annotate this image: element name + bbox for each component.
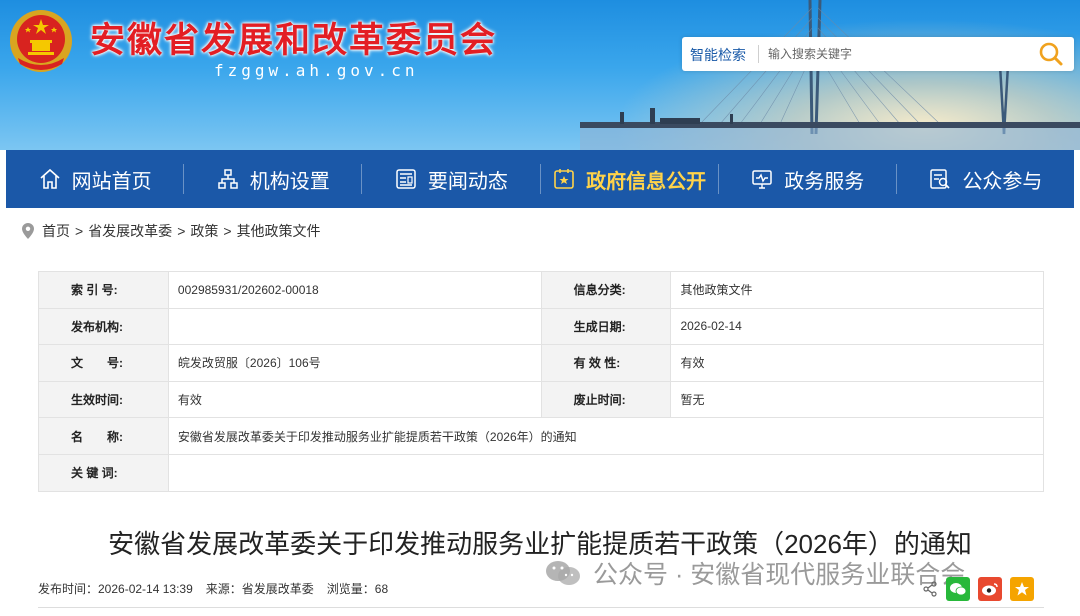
validity-value: 有效 [670, 344, 1044, 382]
effective-time-label: 生效时间: [38, 380, 169, 419]
news-icon [396, 169, 416, 189]
publish-time: 发布时间：2026-02-14 13:39 [38, 582, 193, 596]
share-weibo-button[interactable] [978, 577, 1002, 601]
watermark-text: 公众号 · 安徽省现代服务业联合会 [593, 561, 966, 589]
doc-name-label: 名 称: [38, 417, 169, 455]
breadcrumb-link-other-policies[interactable]: 其他政策文件 [237, 221, 321, 241]
breadcrumb-separator: > [223, 223, 232, 239]
org-chart-icon [218, 169, 238, 189]
expire-time-value: 暂无 [670, 380, 1044, 419]
breadcrumb-link-home[interactable]: 首页 [42, 221, 70, 241]
wechat-watermark: 公众号 · 安徽省现代服务业联合会 [545, 558, 966, 589]
breadcrumb-link-commission[interactable]: 省发展改革委 [88, 221, 172, 241]
breadcrumb-separator: > [75, 223, 84, 239]
nav-item-label: 公众参与 [962, 170, 1043, 193]
search-box: 智能检索 [682, 37, 1074, 71]
nav-item-organization[interactable]: 机构设置 [184, 150, 361, 208]
nav-item-label: 机构设置 [249, 170, 330, 193]
table-row: 文 号: 皖发改贸服〔2026〕106号 有 效 性: 有效 [38, 344, 1044, 382]
nav-item-news[interactable]: 要闻动态 [362, 150, 539, 208]
expire-time-label: 废止时间: [540, 380, 672, 419]
nav-item-label: 网站首页 [71, 170, 152, 193]
nav-item-participation[interactable]: 公众参与 [897, 150, 1074, 208]
table-row: 索 引 号: 002985931/202602-00018 信息分类: 其他政策… [38, 271, 1044, 309]
keywords-value [167, 453, 1045, 492]
nav-item-home[interactable]: 网站首页 [6, 150, 183, 208]
table-row: 名 称: 安徽省发展改革委关于印发推动服务业扩能提质若干政策（2026年）的通知 [38, 417, 1045, 455]
monitor-service-icon [752, 170, 773, 189]
nav-item-label: 政务服务 [784, 170, 865, 193]
doc-no-value: 皖发改贸服〔2026〕106号 [167, 344, 542, 382]
article-meta: 发布时间：2026-02-14 13:39 来源：省发展改革委 浏览量：68 [38, 580, 388, 597]
document-info-table: 索 引 号: 002985931/202602-00018 信息分类: 其他政策… [38, 271, 1045, 492]
main-nav: 网站首页 机构设置 要闻动态 政府信息公开 政务服务 公众参与 [6, 150, 1074, 208]
index-no-label: 索 引 号: [38, 271, 169, 309]
category-label: 信息分类: [540, 271, 672, 309]
bridge-illustration [580, 0, 1080, 150]
validity-label: 有 效 性: [540, 344, 672, 382]
doc-name-value: 安徽省发展改革委关于印发推动服务业扩能提质若干政策（2026年）的通知 [167, 417, 1045, 455]
created-date-value: 2026-02-14 [670, 307, 1044, 346]
article-source: 来源：省发展改革委 [205, 582, 314, 596]
publisher-label: 发布机构: [38, 307, 169, 346]
participation-icon [930, 169, 951, 189]
table-row: 发布机构: 生成日期: 2026-02-14 [38, 307, 1044, 346]
nav-item-info-disclosure[interactable]: 政府信息公开 [541, 150, 718, 208]
share-bar [922, 576, 1034, 602]
site-title: 安徽省发展和改革委员会 [90, 21, 498, 60]
star-icon [1015, 582, 1029, 596]
site-domain: fzggw.ah.gov.cn [214, 61, 419, 80]
index-no-value: 002985931/202602-00018 [167, 271, 542, 309]
location-pin-icon [22, 223, 34, 239]
view-count: 浏览量：68 [326, 582, 389, 596]
breadcrumb: 首页 > 省发展改革委 > 政策 > 其他政策文件 [22, 220, 321, 242]
smart-search-label[interactable]: 智能检索 [690, 45, 746, 65]
share-wechat-button[interactable] [946, 577, 970, 601]
share-icon[interactable] [922, 581, 938, 597]
share-qzone-button[interactable] [1010, 577, 1034, 601]
search-icon[interactable] [1036, 40, 1066, 68]
nav-item-label: 政府信息公开 [586, 170, 707, 193]
nav-item-label: 要闻动态 [427, 170, 508, 193]
search-divider [758, 45, 759, 63]
site-header: 安徽省发展和改革委员会 fzggw.ah.gov.cn 智能检索 [0, 0, 1080, 150]
breadcrumb-link-policy[interactable]: 政策 [190, 221, 218, 241]
keywords-label: 关 键 词: [38, 453, 169, 492]
created-date-label: 生成日期: [540, 307, 672, 346]
table-row: 生效时间: 有效 废止时间: 暂无 [38, 380, 1044, 419]
info-disclosure-icon [554, 169, 574, 189]
breadcrumb-separator: > [177, 223, 186, 239]
nav-item-services[interactable]: 政务服务 [719, 150, 896, 208]
doc-no-label: 文 号: [38, 344, 169, 382]
search-input[interactable] [768, 42, 1028, 66]
wechat-icon [950, 583, 967, 596]
national-emblem-icon [10, 10, 72, 72]
home-icon [40, 168, 60, 189]
table-row: 关 键 词: [38, 453, 1045, 492]
category-value: 其他政策文件 [670, 271, 1044, 309]
effective-time-value: 有效 [167, 380, 542, 419]
wechat-icon [546, 561, 580, 585]
weibo-icon [982, 583, 998, 596]
publisher-value [167, 307, 542, 346]
article-divider [38, 607, 1044, 608]
